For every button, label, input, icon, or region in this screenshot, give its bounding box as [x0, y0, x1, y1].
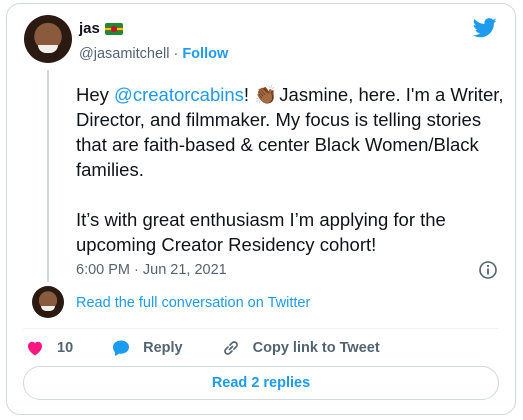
like-count: 10 [57, 340, 74, 356]
separator-dot: · [173, 46, 179, 62]
info-icon[interactable] [478, 260, 498, 280]
thread-line [47, 70, 49, 282]
heart-icon [28, 341, 42, 356]
tweet-text-punct: ! [243, 84, 255, 105]
reply-label: Reply [143, 340, 183, 356]
dominica-flag-icon [104, 22, 123, 35]
twitter-bird-icon[interactable] [473, 18, 497, 38]
link-icon [223, 341, 238, 355]
mention-link[interactable]: @creatorcabins [114, 84, 244, 105]
action-bar: 10 Reply Copy link to Tweet [25, 336, 418, 360]
author-avatar[interactable] [24, 15, 72, 63]
author-handle-row: @jasamitchell · Follow [79, 46, 228, 62]
tweet-text-intro: Hey [76, 84, 115, 105]
reply-bubble-icon [113, 340, 130, 356]
follow-button[interactable]: Follow [182, 46, 228, 62]
read-replies-button[interactable]: Read 2 replies [23, 366, 499, 400]
reply-button[interactable]: Reply [111, 338, 183, 358]
conversation-avatar[interactable] [32, 286, 64, 318]
clapping-hands-emoji: 👏🏾 [254, 84, 278, 105]
read-full-conversation-link[interactable]: Read the full conversation on Twitter [76, 295, 310, 311]
author-handle[interactable]: @jasamitchell [79, 46, 169, 62]
copy-link-button[interactable]: Copy link to Tweet [221, 338, 380, 358]
like-button[interactable]: 10 [25, 338, 73, 358]
author-name-row[interactable]: jas [79, 20, 123, 37]
copy-link-label: Copy link to Tweet [252, 340, 380, 356]
tweet-text: Hey @creatorcabins! 👏🏾 Jasmine, here. I'… [76, 82, 511, 257]
tweet-text-body: Jasmine, here. I'm a Writer, Director, a… [76, 84, 504, 255]
tweet-timestamp[interactable]: 6:00 PM · Jun 21, 2021 [76, 262, 227, 278]
divider [23, 328, 499, 329]
tweet-card: jas @jasamitchell · Follow Hey @creatorc… [6, 3, 516, 415]
author-name[interactable]: jas [79, 20, 100, 37]
